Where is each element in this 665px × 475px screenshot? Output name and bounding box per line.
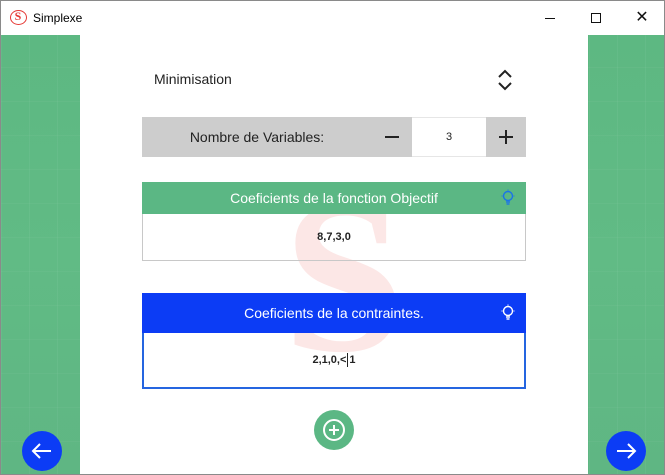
minus-icon [385,136,399,138]
optimization-mode-select[interactable]: Minimisation [142,59,526,99]
text-caret [347,353,349,367]
close-icon: ✕ [635,9,649,26]
constraints-coefficients-input[interactable]: 2,1,0,< 1 [142,333,526,389]
window-title: Simplexe [33,11,83,25]
next-button[interactable] [606,431,646,471]
objective-coefficients-input[interactable]: 8,7,3,0 [142,214,526,261]
variables-stepper: Nombre de Variables: 3 [142,117,526,157]
plus-circle-icon [323,419,345,441]
maximize-icon [591,13,601,23]
app-window: S Simplexe ✕ S Minimisation Nombre de Va… [0,0,665,475]
close-button[interactable]: ✕ [619,1,664,35]
lightbulb-icon[interactable] [500,189,516,207]
constraints-card-title: Coeficients de la contraintes. [244,305,424,321]
constraints-card-header: Coeficients de la contraintes. [142,293,526,333]
plus-icon [499,130,513,144]
objective-card: Coeficients de la fonction Objectif 8,7,… [142,182,526,261]
add-constraint-button[interactable] [314,410,354,450]
variables-count-input[interactable]: 3 [412,117,486,157]
mode-select-value: Minimisation [154,71,232,87]
maximize-button[interactable] [573,1,619,35]
arrow-left-icon [31,443,51,459]
objective-card-title: Coeficients de la fonction Objectif [230,190,438,206]
constraints-input-text-after-caret: 1 [349,354,356,366]
objective-card-header: Coeficients de la fonction Objectif [142,182,526,214]
increment-button[interactable] [486,117,526,157]
minimize-button[interactable] [527,1,573,35]
title-bar: S Simplexe ✕ [1,1,664,35]
decrement-button[interactable] [372,117,412,157]
variables-label: Nombre de Variables: [142,117,372,157]
previous-button[interactable] [22,431,62,471]
lightbulb-icon[interactable] [500,304,516,322]
constraints-input-text-before-caret: 2,1,0,< [312,354,347,366]
app-logo-icon: S [10,9,27,25]
chevron-up-down-icon [498,69,512,91]
arrow-right-icon [617,443,637,459]
minimize-icon [545,17,555,19]
constraints-card: Coeficients de la contraintes. 2,1,0,< 1 [142,293,526,389]
